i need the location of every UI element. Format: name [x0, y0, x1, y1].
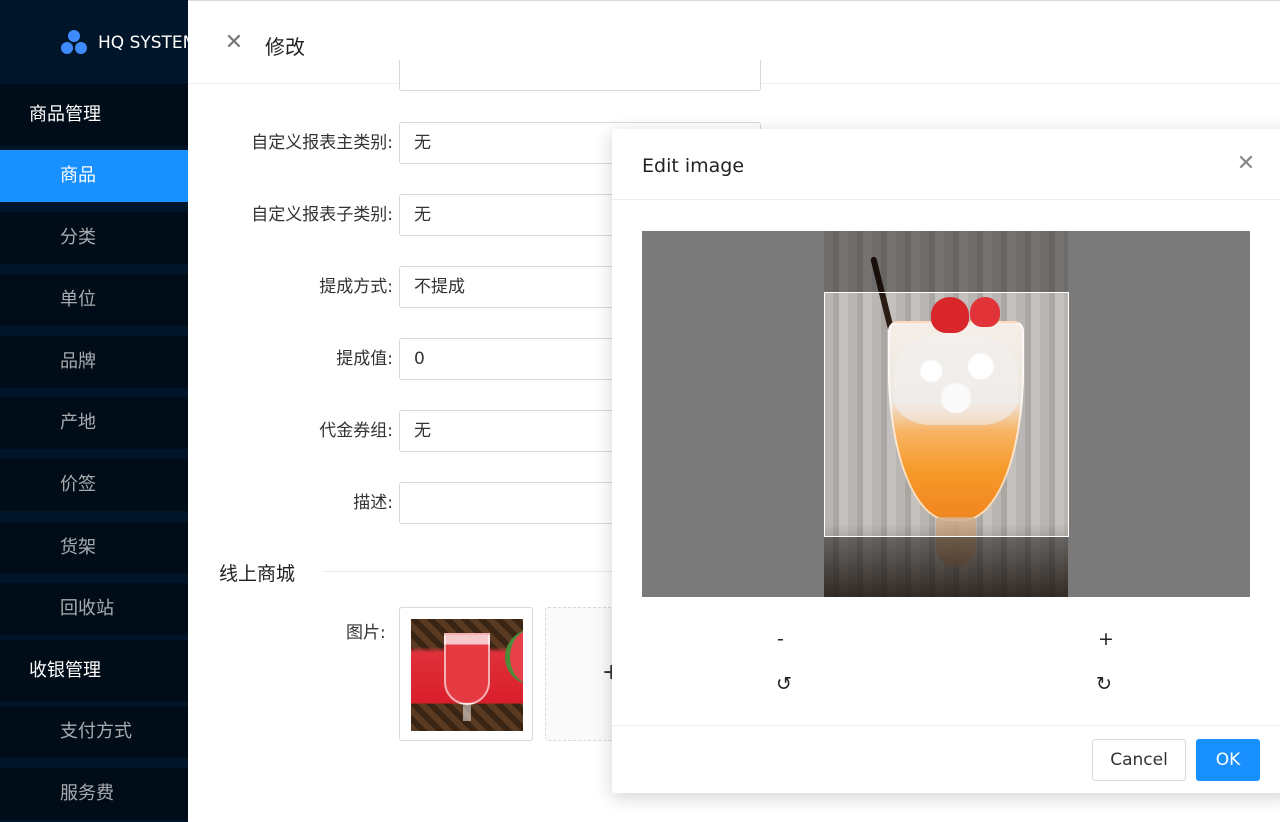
- sidebar-item-price-tag[interactable]: 价签: [0, 459, 188, 511]
- app-logo[interactable]: HQ SYSTEM: [60, 29, 188, 57]
- edit-image-modal: Edit image ✕ - + ↺ ↻ Cancel OK: [612, 129, 1280, 793]
- logo-text: HQ SYSTEM: [98, 33, 188, 53]
- ok-button[interactable]: OK: [1196, 739, 1260, 781]
- close-icon[interactable]: ✕: [224, 32, 244, 54]
- picture-label: 图片:: [346, 623, 386, 643]
- crop-mask-bottom: [824, 537, 1068, 597]
- crop-selection-box[interactable]: [824, 292, 1069, 537]
- section-title-online-mall: 线上商城: [219, 563, 296, 585]
- modal-title: Edit image: [642, 155, 745, 177]
- zoom-out-button[interactable]: -: [777, 628, 784, 650]
- sidebar-item-category[interactable]: 分类: [0, 212, 188, 264]
- form-label: 提成值:: [336, 349, 393, 369]
- sidebar-item-recycle-bin[interactable]: 回收站: [0, 583, 188, 635]
- cancel-button[interactable]: Cancel: [1092, 739, 1186, 781]
- menu-group-goods-management[interactable]: 商品管理: [0, 84, 188, 146]
- zoom-in-button[interactable]: +: [1098, 628, 1114, 650]
- image-crop-area[interactable]: [642, 231, 1250, 597]
- form-label: 提成方式:: [319, 277, 393, 297]
- sidebar-item-brand[interactable]: 品牌: [0, 336, 188, 388]
- section-divider: [323, 571, 623, 572]
- product-thumbnail-image: [411, 619, 523, 731]
- form-label: 自定义报表主类别:: [251, 133, 393, 153]
- logo-icon: [60, 29, 88, 57]
- sidebar-item-service-fee[interactable]: 服务费: [0, 768, 188, 820]
- form-label: 代金券组:: [319, 421, 393, 441]
- menu-group-cashier-management[interactable]: 收银管理: [0, 640, 188, 702]
- sidebar: HQ SYSTEM 商品管理 商品 分类 单位 品牌 产地 价签 货架 回收站 …: [0, 0, 188, 822]
- modal-divider: [612, 199, 1280, 200]
- sidebar-item-shelf[interactable]: 货架: [0, 522, 188, 574]
- sidebar-item-payment-method[interactable]: 支付方式: [0, 706, 188, 758]
- partial-input-field[interactable]: [399, 60, 761, 91]
- modal-footer-divider: [612, 725, 1280, 726]
- sidebar-item-goods[interactable]: 商品: [0, 150, 188, 202]
- picture-card[interactable]: [399, 607, 533, 741]
- rotate-left-icon[interactable]: ↺: [776, 673, 792, 695]
- rotate-right-icon[interactable]: ↻: [1096, 673, 1112, 695]
- form-label: 描述:: [353, 493, 393, 513]
- close-icon[interactable]: ✕: [1236, 153, 1256, 175]
- form-label: 自定义报表子类别:: [251, 205, 393, 225]
- sidebar-item-origin[interactable]: 产地: [0, 397, 188, 449]
- drawer-title: 修改: [265, 35, 305, 59]
- sidebar-item-unit[interactable]: 单位: [0, 274, 188, 326]
- crop-mask-top: [824, 231, 1068, 292]
